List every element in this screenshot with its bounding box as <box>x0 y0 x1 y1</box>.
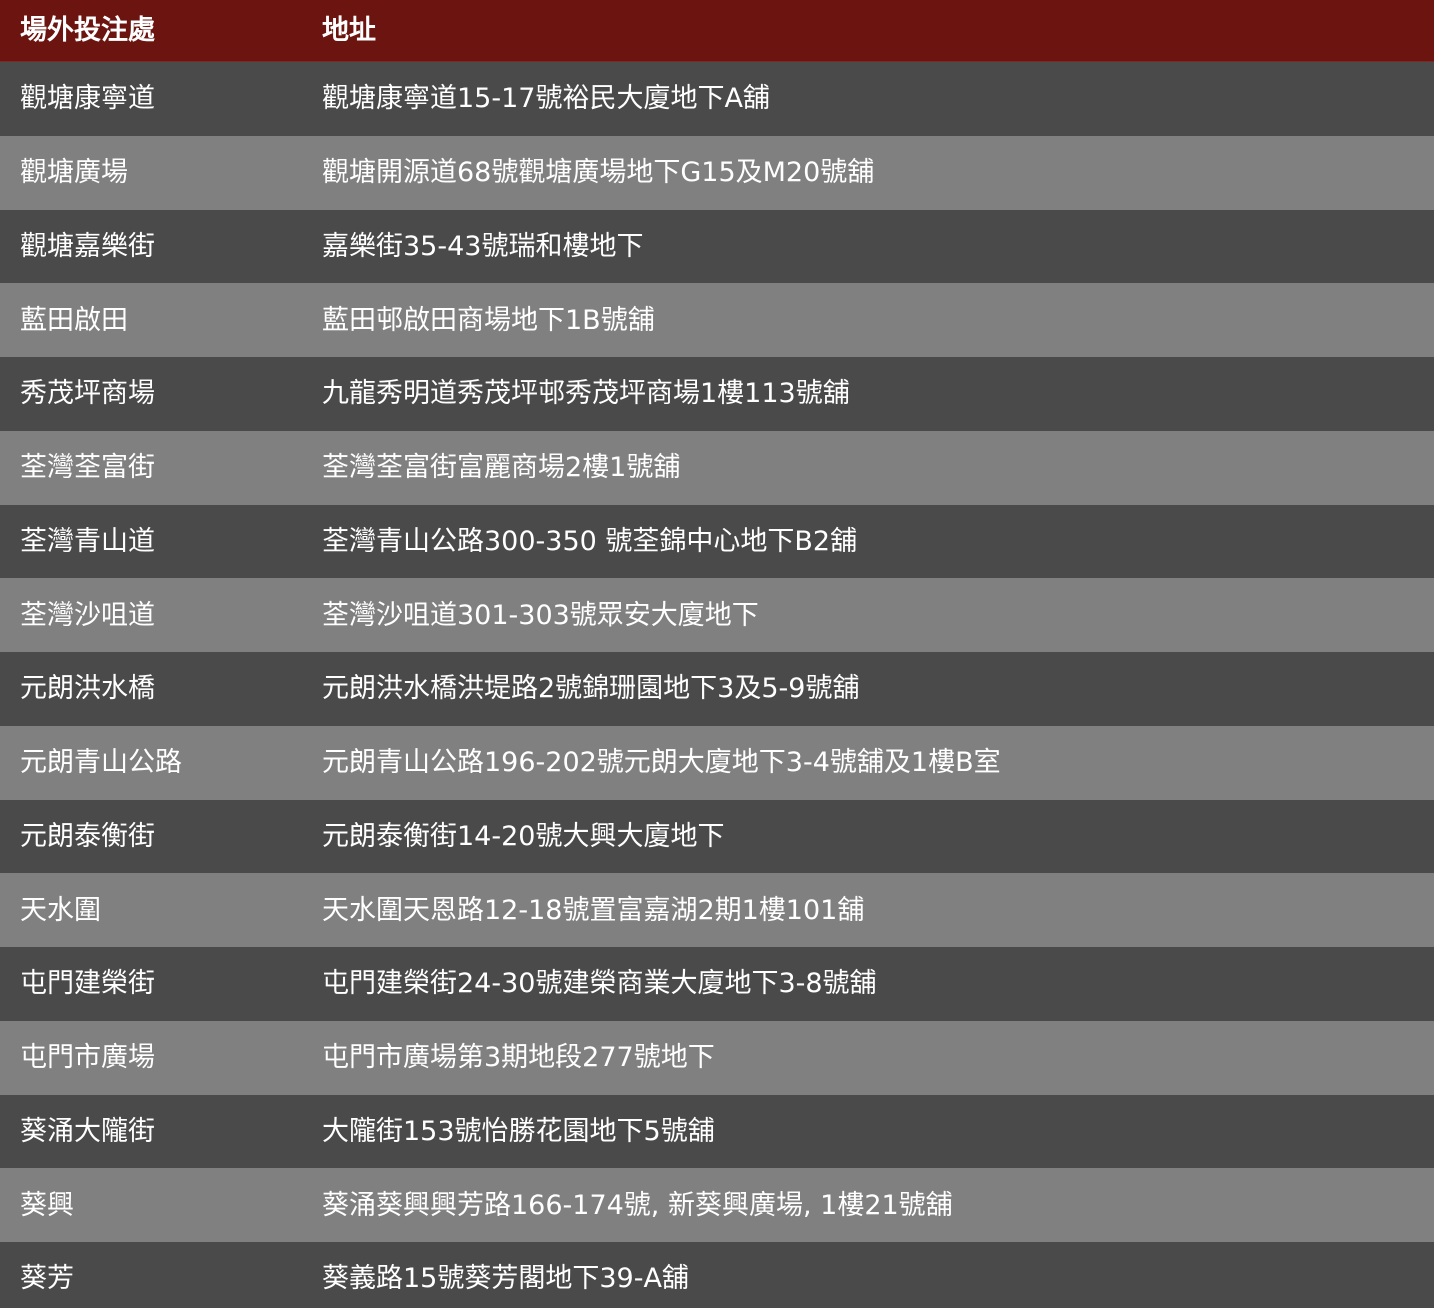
header-branch-name: 場外投注處 <box>20 15 155 46</box>
branch-address: 九龍秀明道秀茂坪邨秀茂坪商場1樓113號舖 <box>322 378 850 410</box>
table-row: 元朗洪水橋 元朗洪水橋洪堤路2號錦珊園地下3及5-9號舖 <box>0 652 1434 726</box>
branch-name: 觀塘康寧道 <box>20 83 155 115</box>
branch-address: 屯門建榮街24-30號建榮商業大廈地下3-8號舖 <box>322 968 877 1000</box>
table-row: 荃灣荃富街 荃灣荃富街富麗商場2樓1號舖 <box>0 430 1434 505</box>
table-row: 荃灣沙咀道 荃灣沙咀道301-303號眾安大廈地下 <box>0 578 1434 652</box>
branch-address: 藍田邨啟田商場地下1B號舖 <box>322 304 655 336</box>
branch-address: 荃灣沙咀道301-303號眾安大廈地下 <box>322 599 759 631</box>
branch-name: 秀茂坪商場 <box>20 378 155 410</box>
branch-address: 天水圍天恩路12-18號置富嘉湖2期1樓101舖 <box>322 894 865 926</box>
branch-name: 觀塘嘉樂街 <box>20 230 155 262</box>
branch-name: 元朗泰衡街 <box>20 820 155 852</box>
branch-name: 屯門建榮街 <box>20 968 155 1000</box>
table-row: 秀茂坪商場 九龍秀明道秀茂坪邨秀茂坪商場1樓113號舖 <box>0 357 1434 431</box>
branch-address: 葵涌葵興興芳路166-174號, 新葵興廣場, 1樓21號舖 <box>322 1189 953 1221</box>
table-header: 場外投注處 地址 <box>0 0 1434 62</box>
branch-name: 荃灣沙咀道 <box>20 599 155 631</box>
betting-branch-table: 場外投注處 地址 觀塘康寧道 觀塘康寧道15-17號裕民大廈地下A舖 觀塘廣場 … <box>0 0 1434 1308</box>
branch-name: 葵涌大隴街 <box>20 1115 155 1147</box>
branch-name: 荃灣荃富街 <box>20 452 155 484</box>
branch-address: 觀塘康寧道15-17號裕民大廈地下A舖 <box>322 83 770 115</box>
table-row: 藍田啟田 藍田邨啟田商場地下1B號舖 <box>0 283 1434 357</box>
table-row: 葵涌大隴街 大隴街153號怡勝花園地下5號舖 <box>0 1094 1434 1169</box>
branch-name: 荃灣青山道 <box>20 525 155 557</box>
branch-address: 荃灣青山公路300-350 號荃錦中心地下B2舖 <box>322 525 858 557</box>
branch-address: 葵義路15號葵芳閣地下39-A舖 <box>322 1263 689 1295</box>
table-row: 觀塘廣場 觀塘開源道68號觀塘廣場地下G15及M20號舖 <box>0 135 1434 210</box>
branch-name: 葵興 <box>20 1189 74 1221</box>
table-row: 天水圍 天水圍天恩路12-18號置富嘉湖2期1樓101舖 <box>0 873 1434 947</box>
branch-address: 屯門市廣場第3期地段277號地下 <box>322 1042 715 1074</box>
table-row: 葵芳 葵義路15號葵芳閣地下39-A舖 <box>0 1242 1434 1308</box>
header-address: 地址 <box>322 15 376 46</box>
table-row: 觀塘嘉樂街 嘉樂街35-43號瑞和樓地下 <box>0 209 1434 284</box>
branch-address: 大隴街153號怡勝花園地下5號舖 <box>322 1115 715 1147</box>
table-row: 觀塘康寧道 觀塘康寧道15-17號裕民大廈地下A舖 <box>0 62 1434 136</box>
branch-address: 元朗洪水橋洪堤路2號錦珊園地下3及5-9號舖 <box>322 673 860 705</box>
branch-address: 觀塘開源道68號觀塘廣場地下G15及M20號舖 <box>322 157 875 189</box>
branch-name: 屯門市廣場 <box>20 1042 155 1074</box>
table-row: 元朗泰衡街 元朗泰衡街14-20號大興大廈地下 <box>0 799 1434 874</box>
branch-address: 元朗青山公路196-202號元朗大廈地下3-4號舖及1樓B室 <box>322 747 1001 779</box>
branch-name: 藍田啟田 <box>20 304 128 336</box>
table-row: 屯門建榮街 屯門建榮街24-30號建榮商業大廈地下3-8號舖 <box>0 947 1434 1021</box>
table-row: 屯門市廣場 屯門市廣場第3期地段277號地下 <box>0 1020 1434 1095</box>
branch-address: 荃灣荃富街富麗商場2樓1號舖 <box>322 452 681 484</box>
branch-name: 觀塘廣場 <box>20 157 128 189</box>
table-row: 葵興 葵涌葵興興芳路166-174號, 新葵興廣場, 1樓21號舖 <box>0 1168 1434 1242</box>
branch-name: 元朗洪水橋 <box>20 673 155 705</box>
branch-address: 嘉樂街35-43號瑞和樓地下 <box>322 230 644 262</box>
branch-name: 天水圍 <box>20 894 101 926</box>
branch-name: 元朗青山公路 <box>20 747 182 779</box>
table-row: 元朗青山公路 元朗青山公路196-202號元朗大廈地下3-4號舖及1樓B室 <box>0 725 1434 800</box>
table-row: 荃灣青山道 荃灣青山公路300-350 號荃錦中心地下B2舖 <box>0 504 1434 579</box>
branch-name: 葵芳 <box>20 1263 74 1295</box>
branch-address: 元朗泰衡街14-20號大興大廈地下 <box>322 820 725 852</box>
